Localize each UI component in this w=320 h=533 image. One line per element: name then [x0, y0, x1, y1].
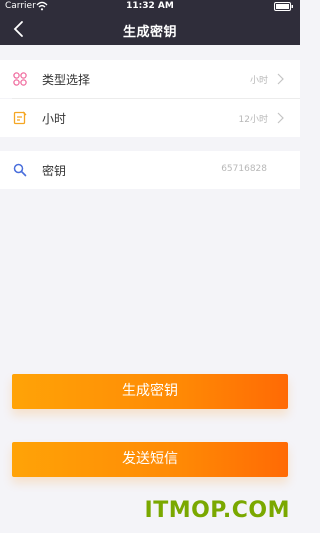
chevron-right-icon [277, 73, 284, 85]
type-select-row[interactable]: 类型选择 小时 [0, 60, 300, 98]
search-icon [13, 163, 27, 177]
hours-row[interactable]: 小时 12小时 [0, 99, 300, 137]
send-sms-button[interactable]: 发送短信 [12, 442, 288, 477]
type-select-value: 小时 [249, 76, 268, 86]
hours-value: 12小时 [238, 115, 268, 125]
key-label: 密钥 [42, 164, 67, 178]
type-select-label: 类型选择 [42, 73, 91, 87]
note-icon [13, 111, 27, 125]
battery-icon [274, 2, 293, 11]
key-row: 密钥 65716828 [0, 151, 300, 189]
status-time: 11:32 AM [126, 1, 174, 11]
key-value: 65716828 [221, 164, 267, 174]
hours-label: 小时 [42, 112, 67, 126]
chevron-right-icon [277, 112, 284, 124]
nav-bar: 生成密钥 [0, 14, 300, 45]
top-header: Carrier 11:32 AM 生成密钥 [0, 0, 300, 45]
watermark-logo: ITMOP.COM [144, 498, 290, 523]
generate-key-button[interactable]: 生成密钥 [12, 374, 288, 409]
status-bar: Carrier 11:32 AM [0, 0, 300, 14]
page-title: 生成密钥 [122, 25, 177, 40]
grid-icon [13, 72, 27, 86]
